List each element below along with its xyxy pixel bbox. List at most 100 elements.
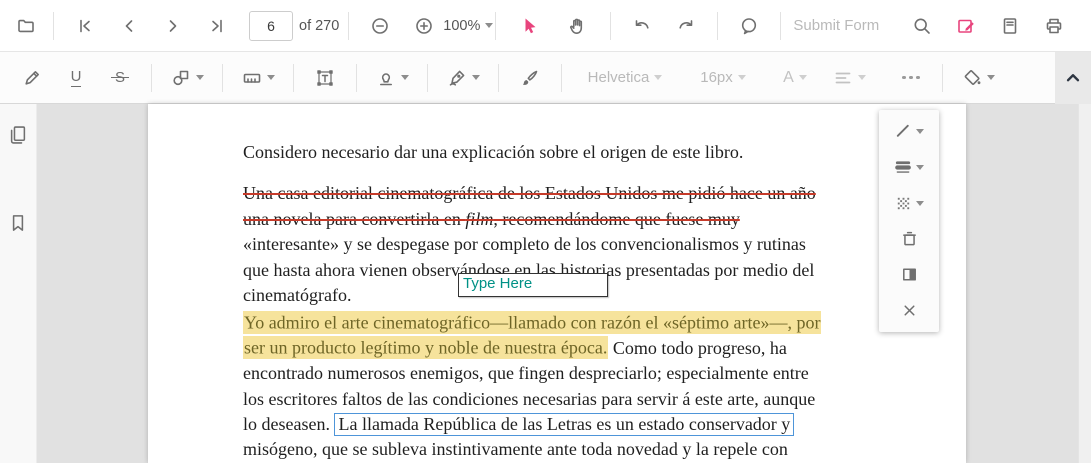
- previous-page-button[interactable]: [107, 8, 151, 44]
- underline-icon: U: [70, 67, 82, 87]
- shapes-tool-button[interactable]: [161, 60, 213, 96]
- divider: [348, 11, 350, 40]
- edit-annotations-button[interactable]: [944, 8, 988, 44]
- opacity-button[interactable]: [892, 192, 926, 215]
- left-panel-bar: [0, 104, 37, 463]
- bookmarks-panel-button[interactable]: [3, 208, 33, 238]
- annotation-toolbar: U S Helvetica 16px A: [0, 52, 1091, 104]
- zoom-in-button[interactable]: [402, 8, 446, 44]
- highlight-annotation[interactable]: Yo admiro el arte cinematográfico—llamad…: [243, 310, 822, 334]
- undo-icon: [636, 19, 649, 29]
- chevron-left-icon: [125, 19, 133, 32]
- pan-tool-button[interactable]: [553, 8, 601, 44]
- search-button[interactable]: [900, 8, 944, 44]
- strikeout-annotation[interactable]: una novela para convertirla en film, rec…: [243, 209, 740, 229]
- rectangle-annotation[interactable]: La llamada República de las Letras es un…: [334, 413, 795, 437]
- fill-color-button[interactable]: [952, 60, 1004, 96]
- line-style-button[interactable]: [892, 120, 926, 143]
- paragraph-line: Yo admiro el arte cinematográfico—llamad…: [243, 310, 883, 335]
- redo-icon: [679, 19, 693, 29]
- open-file-button[interactable]: [8, 8, 44, 44]
- divider: [498, 63, 499, 92]
- freehand-tool-button[interactable]: [508, 60, 552, 96]
- paragraph-line: misógeno, que se subleva instintivamente…: [243, 439, 788, 460]
- print-button[interactable]: [1032, 8, 1076, 44]
- text-color-button[interactable]: A: [773, 60, 817, 96]
- paragraph-line: una novela para convertirla en film, rec…: [243, 207, 883, 232]
- divider: [293, 63, 294, 92]
- divider: [151, 63, 152, 92]
- paragraph-line: ser un producto legítimo y noble de nues…: [243, 336, 883, 361]
- next-page-button[interactable]: [151, 8, 195, 44]
- line-style-icon: [896, 124, 909, 137]
- divider: [495, 11, 497, 40]
- font-family-select[interactable]: Helvetica: [577, 60, 673, 96]
- page-total-label: of 270: [299, 17, 340, 34]
- strikethrough-icon: S: [110, 69, 130, 86]
- redo-button[interactable]: [664, 8, 708, 44]
- chevron-down-icon: [857, 75, 866, 80]
- ruler-icon: [243, 73, 260, 83]
- font-size-select[interactable]: 16px: [687, 60, 759, 96]
- divider: [942, 63, 943, 92]
- shapes-icon: [172, 70, 188, 85]
- chevron-down-icon: [916, 200, 924, 206]
- style-panel-button[interactable]: [898, 263, 921, 286]
- highlight-tool-button[interactable]: [10, 60, 54, 96]
- highlight-annotation[interactable]: ser un producto legítimo y noble de nues…: [243, 336, 609, 360]
- line-thickness-button[interactable]: [892, 156, 926, 179]
- download-button[interactable]: [1076, 8, 1091, 44]
- chevron-up-icon: [1066, 74, 1080, 82]
- first-page-icon: [80, 19, 90, 32]
- chevron-down-icon: [471, 75, 480, 80]
- paragraph-line: los escritores faltos de las condiciones…: [243, 388, 816, 409]
- comment-button[interactable]: [727, 8, 771, 44]
- collapse-toolbar-button[interactable]: [1055, 52, 1091, 104]
- body-text: Como todo progreso, ha: [608, 337, 787, 358]
- close-panel-button[interactable]: [898, 299, 921, 322]
- zoom-out-icon: [372, 17, 389, 34]
- chevron-down-icon: [798, 75, 807, 80]
- undo-button[interactable]: [620, 8, 664, 44]
- thumbnails-panel-button[interactable]: [3, 120, 33, 150]
- zoom-level-select[interactable]: 100%: [443, 8, 494, 44]
- page-number-input[interactable]: [249, 10, 293, 41]
- more-options-button[interactable]: [889, 60, 933, 96]
- measure-tool-button[interactable]: [232, 60, 284, 96]
- select-tool-button[interactable]: [505, 8, 553, 44]
- notes-panel-button[interactable]: [988, 8, 1032, 44]
- pdf-page: Considero necesario dar una explicación …: [148, 104, 966, 463]
- delete-annotation-button[interactable]: [898, 227, 921, 250]
- trash-icon: [902, 232, 916, 246]
- signature-tool-button[interactable]: [437, 60, 489, 96]
- chevron-down-icon: [916, 129, 924, 134]
- strikeout-annotation[interactable]: Una casa editorial cinematográfica de lo…: [243, 183, 816, 203]
- top-toolbar: of 270 100%: [0, 0, 1091, 52]
- strikeout-tool-button[interactable]: S: [98, 60, 142, 96]
- first-page-button[interactable]: [63, 8, 107, 44]
- submit-form-button[interactable]: Submit Form: [790, 8, 882, 44]
- printer-icon: [1047, 18, 1062, 33]
- submit-form-label: Submit Form: [793, 17, 880, 34]
- paragraph-line: «interesante» y se despegase por complet…: [243, 234, 806, 255]
- search-icon: [914, 17, 931, 34]
- paragraph-line: Considero necesario dar una explicación …: [243, 142, 744, 162]
- underline-tool-button[interactable]: U: [54, 60, 98, 96]
- paragraph-line: lo deseasen. La llamada República de las…: [243, 412, 883, 437]
- align-icon: [835, 72, 850, 83]
- stamp-tool-button[interactable]: [366, 60, 418, 96]
- free-text-tool-button[interactable]: [303, 60, 347, 96]
- zoom-out-button[interactable]: [358, 8, 402, 44]
- vertical-scrollbar[interactable]: [1078, 104, 1091, 463]
- text-align-button[interactable]: [823, 60, 875, 96]
- more-icon: [900, 75, 922, 80]
- brush-icon: [522, 70, 538, 85]
- folder-icon: [18, 19, 34, 32]
- divider: [53, 11, 54, 40]
- free-text-annotation[interactable]: Type Here: [458, 273, 608, 297]
- bookmark-icon: [12, 215, 24, 231]
- last-page-button[interactable]: [195, 8, 239, 44]
- free-text-icon: [317, 69, 333, 86]
- font-size-value: 16px: [700, 69, 733, 86]
- highlighter-icon: [25, 70, 39, 85]
